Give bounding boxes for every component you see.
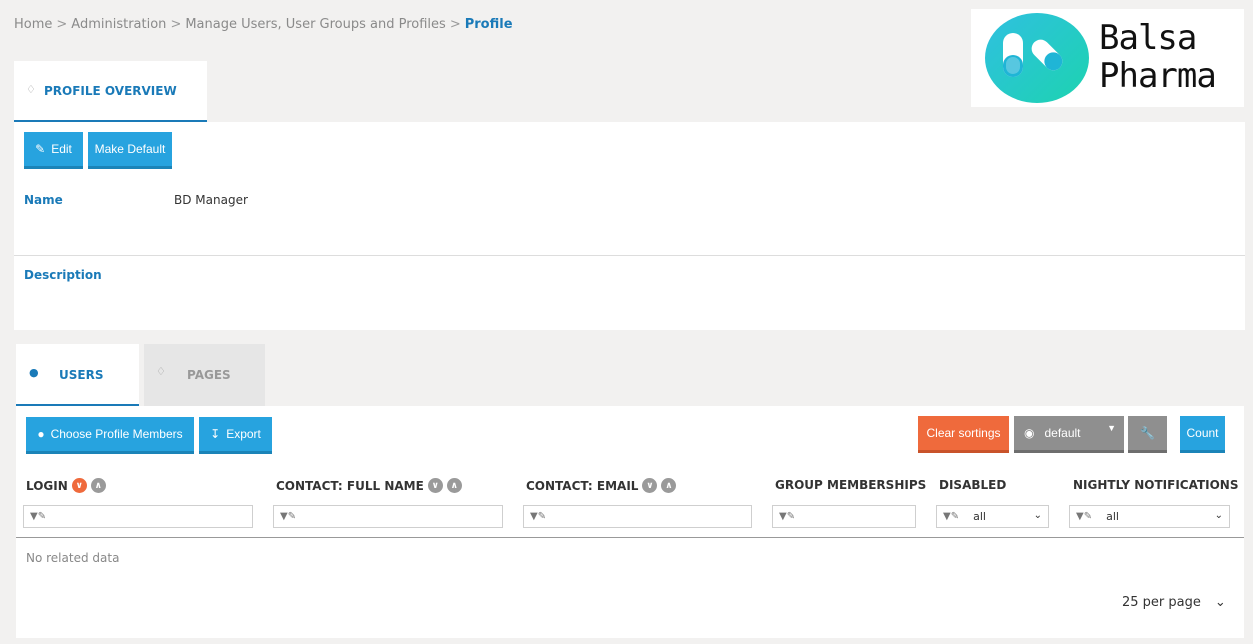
count-button[interactable]: Count	[1180, 416, 1225, 453]
sort-desc-icon[interactable]: ∨	[71, 478, 87, 493]
pill-icon	[1003, 33, 1063, 77]
caret-down-icon: ▼	[1107, 423, 1116, 433]
users-panel: ● Choose Profile Members ↧ Export Clear …	[16, 406, 1244, 638]
tab-pages-label: PAGES	[187, 368, 231, 382]
download-icon: ↧	[210, 427, 221, 441]
make-default-button[interactable]: Make Default	[88, 132, 172, 169]
sort-desc-icon[interactable]: ∨	[427, 478, 443, 493]
breadcrumb-home[interactable]: Home	[14, 17, 52, 32]
breadcrumb-manage-users[interactable]: Manage Users, User Groups and Profiles	[185, 17, 445, 32]
company-logo: Balsa Pharma	[971, 9, 1244, 107]
column-header-group-memberships[interactable]: GROUP MEMBERSHIPS	[775, 478, 926, 492]
column-header-disabled[interactable]: DISABLED	[939, 478, 1006, 492]
sort-asc-icon[interactable]: ∧	[446, 478, 462, 493]
name-value: BD Manager	[174, 193, 248, 207]
empty-state-text: No related data	[26, 551, 120, 565]
sort-desc-icon[interactable]: ∨	[642, 478, 658, 493]
logo-text: Balsa Pharma	[1099, 18, 1217, 96]
tab-profile-overview[interactable]: ♢ PROFILE OVERVIEW	[14, 61, 207, 122]
edit-button[interactable]: ✎ Edit	[24, 132, 83, 169]
login-filter-input[interactable]: ▼✎	[23, 505, 253, 528]
disabled-filter-select[interactable]: ▼✎ all ⌄	[936, 505, 1049, 528]
table-divider	[16, 537, 1244, 538]
tag-icon: ♢	[156, 365, 166, 378]
user-icon: ●	[29, 366, 39, 379]
nightly-notifications-filter-select[interactable]: ▼✎ all ⌄	[1069, 505, 1230, 528]
wrench-icon: 🔧	[1140, 426, 1155, 440]
export-button[interactable]: ↧ Export	[199, 417, 272, 454]
settings-wrench-button[interactable]: 🔧	[1128, 416, 1167, 453]
filter-icon: ▼✎	[943, 511, 960, 522]
eye-icon: ◉	[1024, 426, 1035, 440]
group-memberships-filter-input[interactable]: ▼✎	[772, 505, 916, 528]
per-page-select[interactable]: 25 per page ⌄	[1122, 595, 1226, 610]
tab-pages[interactable]: ♢ PAGES	[144, 344, 265, 406]
email-filter-input[interactable]: ▼✎	[523, 505, 752, 528]
tag-icon: ♢	[26, 83, 36, 96]
chevron-down-icon: ⌄	[1214, 510, 1223, 521]
name-label: Name	[24, 193, 63, 207]
pencil-icon: ✎	[35, 142, 46, 156]
column-header-full-name[interactable]: CONTACT: FULL NAME ∨ ∧	[276, 478, 462, 493]
column-header-email[interactable]: CONTACT: EMAIL ∨ ∧	[526, 478, 677, 493]
filter-icon: ▼✎	[30, 511, 47, 522]
sort-asc-icon[interactable]: ∧	[661, 478, 677, 493]
choose-profile-members-button[interactable]: ● Choose Profile Members	[26, 417, 194, 454]
breadcrumb-administration[interactable]: Administration	[71, 17, 166, 32]
chevron-down-icon: ⌄	[1214, 595, 1226, 610]
user-icon: ●	[37, 427, 45, 441]
filter-icon: ▼✎	[779, 511, 796, 522]
filter-icon: ▼✎	[530, 511, 547, 522]
column-header-login[interactable]: LOGIN ∨ ∧	[26, 478, 106, 493]
breadcrumb-current: Profile	[464, 17, 513, 32]
tab-users[interactable]: ● USERS	[16, 344, 139, 406]
filter-icon: ▼✎	[1076, 511, 1093, 522]
filter-icon: ▼✎	[280, 511, 297, 522]
description-label: Description	[24, 268, 102, 282]
clear-sortings-button[interactable]: Clear sortings	[918, 416, 1009, 453]
tab-profile-overview-label: PROFILE OVERVIEW	[44, 84, 177, 98]
tab-users-label: USERS	[59, 368, 104, 382]
sort-asc-icon[interactable]: ∧	[90, 478, 106, 493]
breadcrumb: Home > Administration > Manage Users, User G…	[14, 17, 513, 32]
full-name-filter-input[interactable]: ▼✎	[273, 505, 503, 528]
column-header-nightly-notifications[interactable]: NIGHTLY NOTIFICATIONS	[1073, 478, 1239, 492]
chevron-down-icon: ⌄	[1033, 510, 1042, 521]
divider	[14, 255, 1245, 256]
view-select-button[interactable]: ◉ default ▼	[1014, 416, 1124, 453]
profile-overview-panel: ✎ Edit Make Default Name BD Manager Desc…	[14, 122, 1245, 330]
